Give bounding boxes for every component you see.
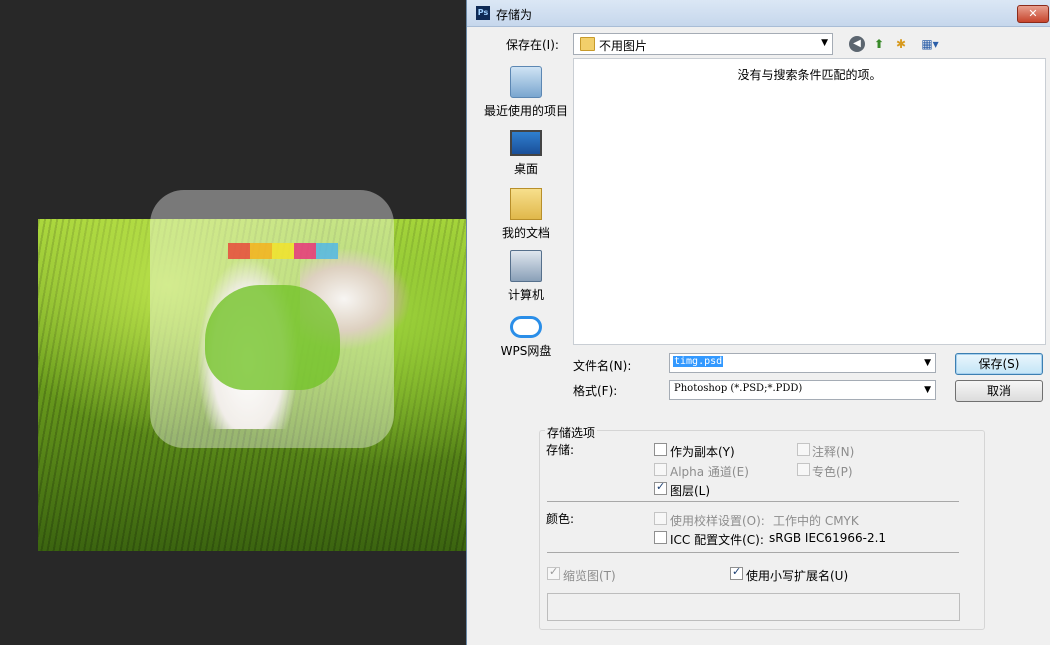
empty-message: 没有与搜索条件匹配的项。 (737, 68, 882, 82)
chevron-down-icon[interactable]: ▼ (924, 358, 931, 368)
storage-label: 存储: (546, 443, 575, 457)
as-copy-label: 作为副本(Y) (670, 445, 735, 459)
place-label: WPS网盘 (500, 344, 552, 358)
recent-items-icon (510, 66, 542, 98)
cancel-button[interactable]: 取消 (955, 380, 1043, 402)
format-dropdown[interactable]: Photoshop (*.PSD;*.PDD) ▼ (669, 380, 936, 400)
android-mascot-icon (205, 285, 340, 390)
dialog-title: 存储为 (496, 8, 533, 22)
icc-profile-checkbox[interactable] (654, 531, 667, 544)
thumbnail-checkbox[interactable] (547, 565, 560, 580)
layers-checkbox[interactable] (654, 480, 667, 495)
photoshop-workspace (0, 0, 470, 645)
filename-value: timg.psd (673, 356, 724, 367)
computer-icon (510, 250, 542, 282)
dialog-titlebar[interactable]: Ps 存储为 ✕ (467, 0, 1050, 27)
place-desktop[interactable]: 桌面 (477, 130, 575, 177)
status-box (547, 593, 960, 621)
save-in-value: 不用图片 (599, 39, 648, 53)
spot-colors-checkbox[interactable] (797, 463, 810, 476)
up-folder-icon[interactable]: ⬆ (871, 36, 887, 52)
divider (547, 552, 959, 553)
documents-icon (510, 188, 542, 220)
photoshop-icon: Ps (476, 6, 490, 20)
alpha-channels-label: Alpha 通道(E) (670, 465, 749, 479)
save-in-label: 保存在(I): (506, 38, 559, 52)
alpha-channels-checkbox[interactable] (654, 463, 667, 476)
format-value: Photoshop (*.PSD;*.PDD) (674, 383, 803, 394)
cloud-icon (510, 316, 542, 338)
back-icon[interactable]: ◀ (849, 36, 865, 52)
place-my-documents[interactable]: 我的文档 (477, 188, 575, 241)
thumbnail-label: 缩览图(T) (563, 569, 616, 583)
filename-label: 文件名(N): (573, 359, 632, 373)
place-label: 桌面 (513, 162, 538, 176)
chevron-down-icon: ▼ (924, 385, 931, 395)
logo-rainbow-stripe (228, 243, 338, 259)
notes-label: 注释(N) (812, 445, 855, 459)
filename-input[interactable]: timg.psd ▼ (669, 353, 936, 373)
place-wps-cloud[interactable]: WPS网盘 (477, 316, 575, 359)
proof-setup-value: 工作中的 CMYK (773, 514, 859, 528)
folder-icon (580, 37, 595, 51)
place-label: 我的文档 (501, 226, 550, 240)
proof-setup-checkbox[interactable] (654, 512, 667, 525)
close-button[interactable]: ✕ (1017, 5, 1049, 23)
save-as-dialog: Ps 存储为 ✕ 保存在(I): 不用图片 ▼ ◀ ⬆ ✱ ▦▾ 最近使用的项目… (466, 0, 1050, 645)
notes-checkbox[interactable] (797, 443, 810, 456)
format-label: 格式(F): (573, 384, 618, 398)
save-button[interactable]: 保存(S) (955, 353, 1043, 375)
place-label: 计算机 (507, 288, 544, 302)
place-computer[interactable]: 计算机 (477, 250, 575, 303)
icc-profile-value: sRGB IEC61966-2.1 (769, 531, 887, 545)
divider (547, 501, 959, 502)
chevron-down-icon: ▼ (821, 38, 828, 48)
icc-profile-label: ICC 配置文件(C): (670, 533, 764, 547)
file-list[interactable]: 没有与搜索条件匹配的项。 (573, 58, 1046, 345)
view-menu-icon[interactable]: ▦▾ (917, 36, 943, 52)
as-copy-checkbox[interactable] (654, 443, 667, 456)
spot-colors-label: 专色(P) (812, 465, 853, 479)
save-options-title: 存储选项 (545, 424, 598, 441)
save-in-dropdown[interactable]: 不用图片 ▼ (573, 33, 833, 55)
color-label: 颜色: (546, 512, 575, 526)
lowercase-extension-checkbox[interactable] (730, 565, 743, 580)
proof-setup-label: 使用校样设置(O): (670, 514, 765, 528)
new-folder-icon[interactable]: ✱ (893, 36, 909, 52)
place-label: 最近使用的项目 (483, 104, 568, 118)
layers-label: 图层(L) (670, 484, 711, 498)
desktop-icon (510, 130, 542, 156)
places-bar: 最近使用的项目 桌面 我的文档 计算机 WPS网盘 (477, 58, 575, 358)
lowercase-extension-label: 使用小写扩展名(U) (746, 569, 849, 583)
place-recent-items[interactable]: 最近使用的项目 (477, 66, 575, 119)
